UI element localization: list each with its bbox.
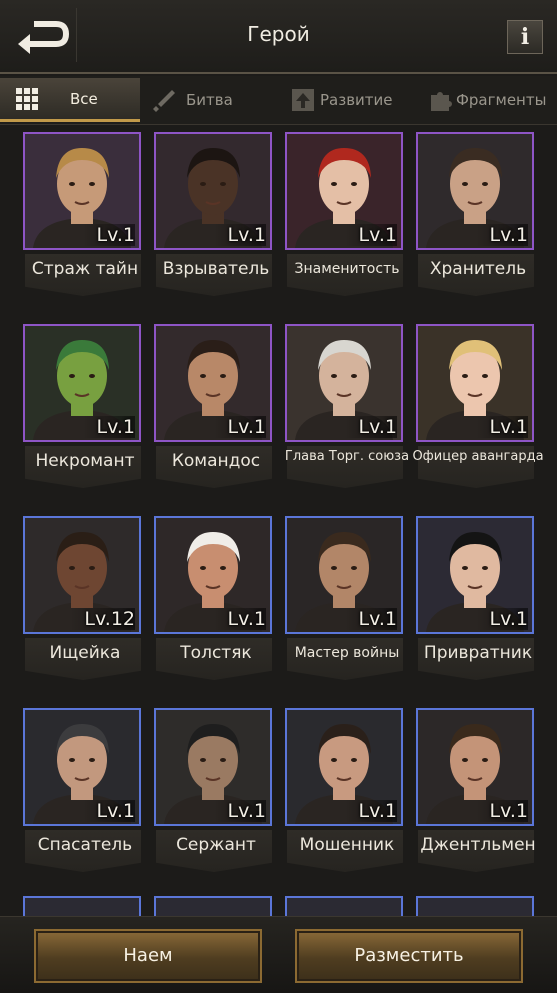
hero-card[interactable]: Lv.1 Привратник <box>416 516 540 706</box>
hero-name: Привратник <box>423 643 533 663</box>
hire-button[interactable]: Наем <box>34 929 262 983</box>
hero-portrait: Lv.1 <box>285 132 403 250</box>
hero-card[interactable]: Lv.12 Ищейка <box>23 516 147 706</box>
hero-name: Взрыватель <box>162 259 270 279</box>
hero-portrait: Lv.1 <box>23 324 141 442</box>
hero-portrait: Lv.1 <box>416 516 534 634</box>
hero-portrait: Lv.1 <box>154 708 272 826</box>
hero-level: Lv.1 <box>213 224 266 246</box>
hero-card[interactable]: Lv.1 Толстяк <box>154 516 278 706</box>
hero-level: Lv.1 <box>475 224 528 246</box>
hero-portrait: Lv.1 <box>416 708 534 826</box>
hero-portrait: Lv.1 <box>285 708 403 826</box>
hero-level: Lv.1 <box>213 608 266 630</box>
hero-name: Толстяк <box>180 643 252 663</box>
hero-level: Lv.1 <box>82 800 135 822</box>
info-button[interactable]: i <box>507 20 543 54</box>
hero-level: Lv.12 <box>70 608 135 630</box>
hero-card[interactable]: Lv.1 Некромант <box>23 324 147 514</box>
hero-level: Lv.1 <box>82 416 135 438</box>
hero-card[interactable]: Lv.1 Офицер авангарда <box>412 324 544 514</box>
hero-portrait: Lv.1 <box>23 708 141 826</box>
hero-portrait: Lv.1 <box>285 516 403 634</box>
hero-card[interactable]: Lv.1 Джентльмен <box>416 708 540 898</box>
hero-portrait: Lv.1 <box>416 324 534 442</box>
hero-level: Lv.1 <box>82 224 135 246</box>
puzzle-icon <box>431 92 452 111</box>
hero-name: Командос <box>171 451 261 471</box>
hero-name: Джентльмен <box>420 835 536 855</box>
hero-level: Lv.1 <box>344 608 397 630</box>
tab-fragments-label: Фрагменты <box>456 91 547 109</box>
hero-card[interactable]: Lv.1 Хранитель <box>416 132 540 322</box>
bottom-bar: Наем Разместить <box>0 916 557 993</box>
hero-name: Знаменитость <box>294 261 400 277</box>
tab-battle[interactable]: Битва <box>152 78 282 122</box>
hero-card[interactable]: Lv.1 Мошенник <box>285 708 409 898</box>
tab-development-label: Развитие <box>320 91 393 109</box>
hero-level: Lv.1 <box>475 416 528 438</box>
hero-card[interactable]: Lv.1 Страж тайн <box>23 132 147 322</box>
hero-card[interactable]: Lv.1 Взрыватель <box>154 132 278 322</box>
hero-card[interactable]: Lv.1 Сержант <box>154 708 278 898</box>
hero-portrait: Lv.1 <box>285 324 403 442</box>
tab-battle-label: Битва <box>186 91 233 109</box>
tab-all[interactable]: Все <box>0 78 140 122</box>
hero-name: Хранитель <box>429 259 527 279</box>
hero-level: Lv.1 <box>344 416 397 438</box>
hero-portrait: Lv.1 <box>154 516 272 634</box>
tab-fragments[interactable]: Фрагменты <box>428 78 557 122</box>
sword-icon <box>153 90 175 112</box>
hero-name: Некромант <box>35 451 135 471</box>
tab-development[interactable]: Развитие <box>290 78 420 122</box>
hero-card[interactable]: Lv.1 Мастер войны <box>285 516 409 706</box>
hero-name: Сержант <box>176 835 256 855</box>
hero-card[interactable]: Lv.1 Спасатель <box>23 708 147 898</box>
arrow-up-icon <box>292 89 314 111</box>
hero-card[interactable]: Lv.1 Командос <box>154 324 278 514</box>
hero-name: Ищейка <box>49 643 121 663</box>
hero-portrait: Lv.1 <box>154 132 272 250</box>
hero-level: Lv.1 <box>344 224 397 246</box>
place-button[interactable]: Разместить <box>295 929 523 983</box>
hero-name: Глава Торг. союза <box>284 449 410 464</box>
hero-name: Страж тайн <box>31 259 139 279</box>
hero-name: Мастер войны <box>294 645 400 661</box>
hero-level: Lv.1 <box>213 800 266 822</box>
top-bar: Герой i <box>0 0 557 74</box>
hero-level: Lv.1 <box>475 800 528 822</box>
page-title: Герой <box>247 22 310 46</box>
hero-level: Lv.1 <box>344 800 397 822</box>
hero-card[interactable]: Lv.1 Глава Торг. союза <box>285 324 409 514</box>
filter-tabs: Все Битва Развитие Фрагменты <box>0 76 557 125</box>
hero-name: Спасатель <box>37 835 133 855</box>
hero-portrait: Lv.1 <box>23 132 141 250</box>
hero-level: Lv.1 <box>475 608 528 630</box>
hero-name: Мошенник <box>299 835 395 855</box>
grid-icon <box>16 87 38 110</box>
hero-portrait: Lv.12 <box>23 516 141 634</box>
hero-portrait: Lv.1 <box>154 324 272 442</box>
hero-portrait: Lv.1 <box>416 132 534 250</box>
hero-name: Офицер авангарда <box>412 449 544 464</box>
hero-level: Lv.1 <box>213 416 266 438</box>
hero-card[interactable]: Lv.1 Знаменитость <box>285 132 409 322</box>
tab-all-label: Все <box>70 89 98 108</box>
